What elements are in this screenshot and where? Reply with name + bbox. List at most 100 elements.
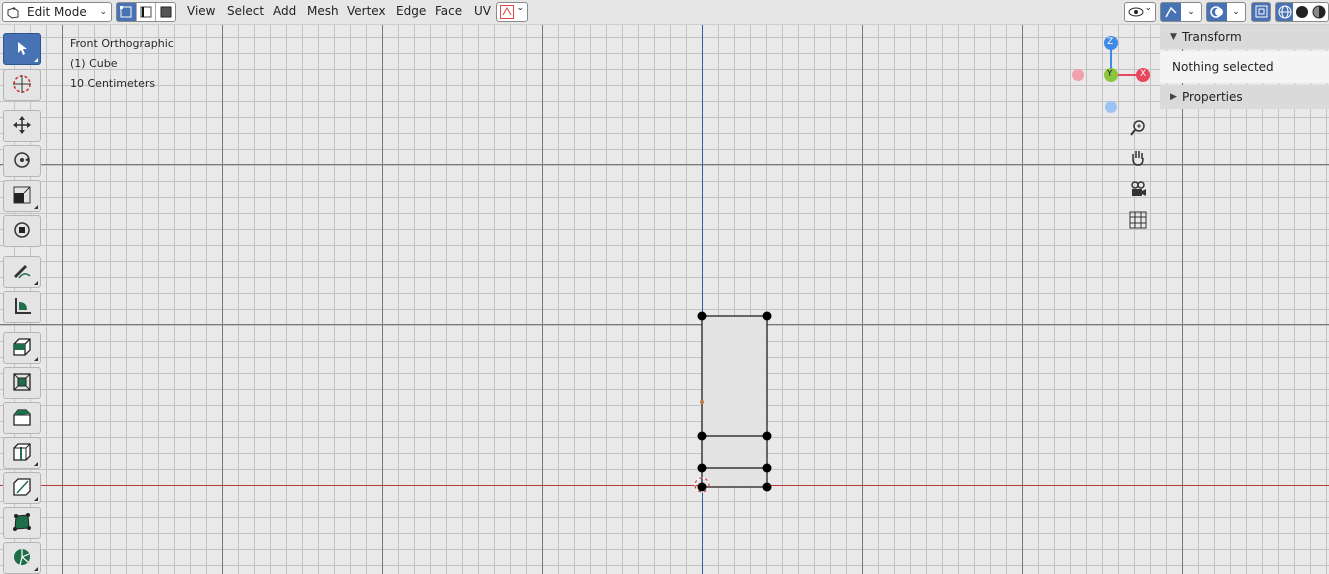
inset-faces-tool[interactable]: [3, 367, 41, 399]
menu-uv[interactable]: UV: [474, 4, 491, 18]
rotate-tool[interactable]: [3, 145, 41, 177]
knife-tool[interactable]: [3, 472, 41, 504]
rotate-icon: [12, 150, 32, 173]
viewport-header: Edit Mode ⌄ View Select Add Mesh Vertex …: [0, 0, 1329, 25]
transform-tool[interactable]: [3, 215, 41, 247]
overlay-toggle-group: ⌄: [1206, 2, 1246, 22]
menu-vertex[interactable]: Vertex: [347, 4, 386, 18]
zoom-icon: [1129, 119, 1147, 140]
grid-major-line: [1022, 25, 1023, 574]
grid-major-line: [542, 25, 543, 574]
loop-cut-tool[interactable]: [3, 437, 41, 469]
menu-view[interactable]: View: [187, 4, 215, 18]
bevel-tool[interactable]: [3, 402, 41, 434]
grid-major-line: [222, 25, 223, 574]
mesh-vertex[interactable]: [697, 431, 707, 441]
knife-icon: [12, 477, 32, 500]
eye-icon: [1128, 5, 1144, 22]
xray-icon: [1255, 5, 1269, 22]
properties-panel-header[interactable]: ▶ Properties: [1160, 85, 1329, 109]
3d-viewport[interactable]: Front Orthographic (1) Cube 10 Centimete…: [0, 25, 1329, 574]
menu-edge[interactable]: Edge: [396, 4, 426, 18]
menu-add[interactable]: Add: [273, 4, 296, 18]
viewport-info: Front Orthographic (1) Cube 10 Centimete…: [70, 34, 174, 94]
grid-major-line: [862, 25, 863, 574]
menu-face[interactable]: Face: [435, 4, 462, 18]
sidebar-panel: ▼ Transform Nothing selected ▶ Propertie…: [1160, 25, 1329, 111]
material-shading-button[interactable]: [1311, 3, 1328, 21]
scale-tool[interactable]: [3, 180, 41, 212]
pan-button[interactable]: [1126, 147, 1150, 171]
transform-status-text: Nothing selected: [1172, 60, 1274, 74]
gizmo-x-label: X: [1140, 69, 1147, 79]
extrude-region-icon: [11, 336, 33, 361]
poly-build-tool[interactable]: [3, 507, 41, 539]
grid-scale: 10 Centimeters: [70, 77, 156, 90]
chevron-down-icon[interactable]: ⌄: [1227, 3, 1245, 21]
toggle-perspective-button[interactable]: [1126, 209, 1150, 233]
mesh-vertex[interactable]: [762, 311, 772, 321]
select-box-icon: [14, 40, 30, 59]
chevron-down-icon[interactable]: ⌄: [1181, 3, 1201, 21]
solid-shading-button[interactable]: [1293, 3, 1310, 21]
active-object-name: (1) Cube: [70, 57, 118, 70]
scale-icon: [12, 185, 32, 208]
transform-icon: [12, 220, 32, 243]
chevron-down-icon: ⌄: [516, 3, 524, 13]
menu-mesh[interactable]: Mesh: [307, 4, 339, 18]
menu-select[interactable]: Select: [227, 4, 264, 18]
grid-major-line: [382, 25, 383, 574]
bevel-icon: [12, 407, 32, 430]
edge-select-button[interactable]: [135, 3, 156, 21]
gizmo-y-label: Y: [1107, 69, 1113, 79]
gizmo-z-label: Z: [1107, 37, 1114, 47]
collapsed-triangle-icon: ▶: [1170, 92, 1177, 102]
mesh-vertex[interactable]: [762, 431, 772, 441]
annotate-icon: [11, 261, 33, 284]
zoom-button[interactable]: [1126, 117, 1150, 141]
camera-view-button[interactable]: [1126, 178, 1150, 202]
face-select-button[interactable]: [155, 3, 175, 21]
mesh-vertex[interactable]: [697, 463, 707, 473]
chevron-down-icon: ⌄: [1144, 3, 1152, 13]
measure-tool[interactable]: [3, 291, 41, 323]
negative-z-axis-icon[interactable]: [1105, 101, 1117, 113]
mesh-vertex[interactable]: [762, 482, 772, 492]
move-tool[interactable]: [3, 110, 41, 142]
view-name: Front Orthographic: [70, 37, 174, 50]
extrude-region-tool[interactable]: [3, 332, 41, 364]
mode-select-label: Edit Mode: [27, 5, 87, 19]
chevron-down-icon: ⌄: [99, 7, 107, 17]
wireframe-shading-button[interactable]: [1276, 3, 1294, 21]
camera-icon: [1129, 180, 1147, 201]
mesh-vertex[interactable]: [697, 311, 707, 321]
cursor-tool[interactable]: [3, 69, 41, 101]
mesh-vertex[interactable]: [762, 463, 772, 473]
gizmo-toggle-group: ⌄: [1160, 2, 1202, 22]
grid-major-line: [0, 324, 1329, 325]
transform-panel-title: Transform: [1182, 30, 1242, 44]
uv-sync-dropdown[interactable]: ⌄: [496, 2, 528, 22]
spin-tool[interactable]: [3, 542, 41, 574]
mesh-vertex[interactable]: [697, 482, 707, 492]
negative-x-axis-icon[interactable]: [1072, 69, 1084, 81]
annotate-tool[interactable]: [3, 256, 41, 288]
edit-mode-icon: [7, 6, 19, 19]
overlay-toggle-button[interactable]: [1207, 3, 1227, 21]
transform-panel-body: Nothing selected: [1160, 51, 1329, 83]
gizmo-toggle-button[interactable]: [1161, 3, 1181, 21]
mesh-face[interactable]: [701, 315, 768, 488]
mode-select[interactable]: Edit Mode ⌄: [2, 2, 112, 22]
xray-toggle-button[interactable]: [1251, 2, 1271, 22]
shading-group: [1275, 2, 1329, 22]
object-origin-icon: [700, 400, 704, 404]
properties-panel-title: Properties: [1182, 90, 1243, 104]
measure-icon: [12, 296, 32, 319]
grid-icon: [1129, 211, 1147, 232]
transform-panel-header[interactable]: ▼ Transform: [1160, 25, 1329, 49]
visibility-dropdown[interactable]: ⌄: [1124, 2, 1156, 22]
mesh-object[interactable]: [690, 307, 780, 495]
grid-major-line: [62, 25, 63, 574]
select-box-tool[interactable]: [3, 33, 41, 65]
vertex-select-button[interactable]: [117, 3, 136, 21]
